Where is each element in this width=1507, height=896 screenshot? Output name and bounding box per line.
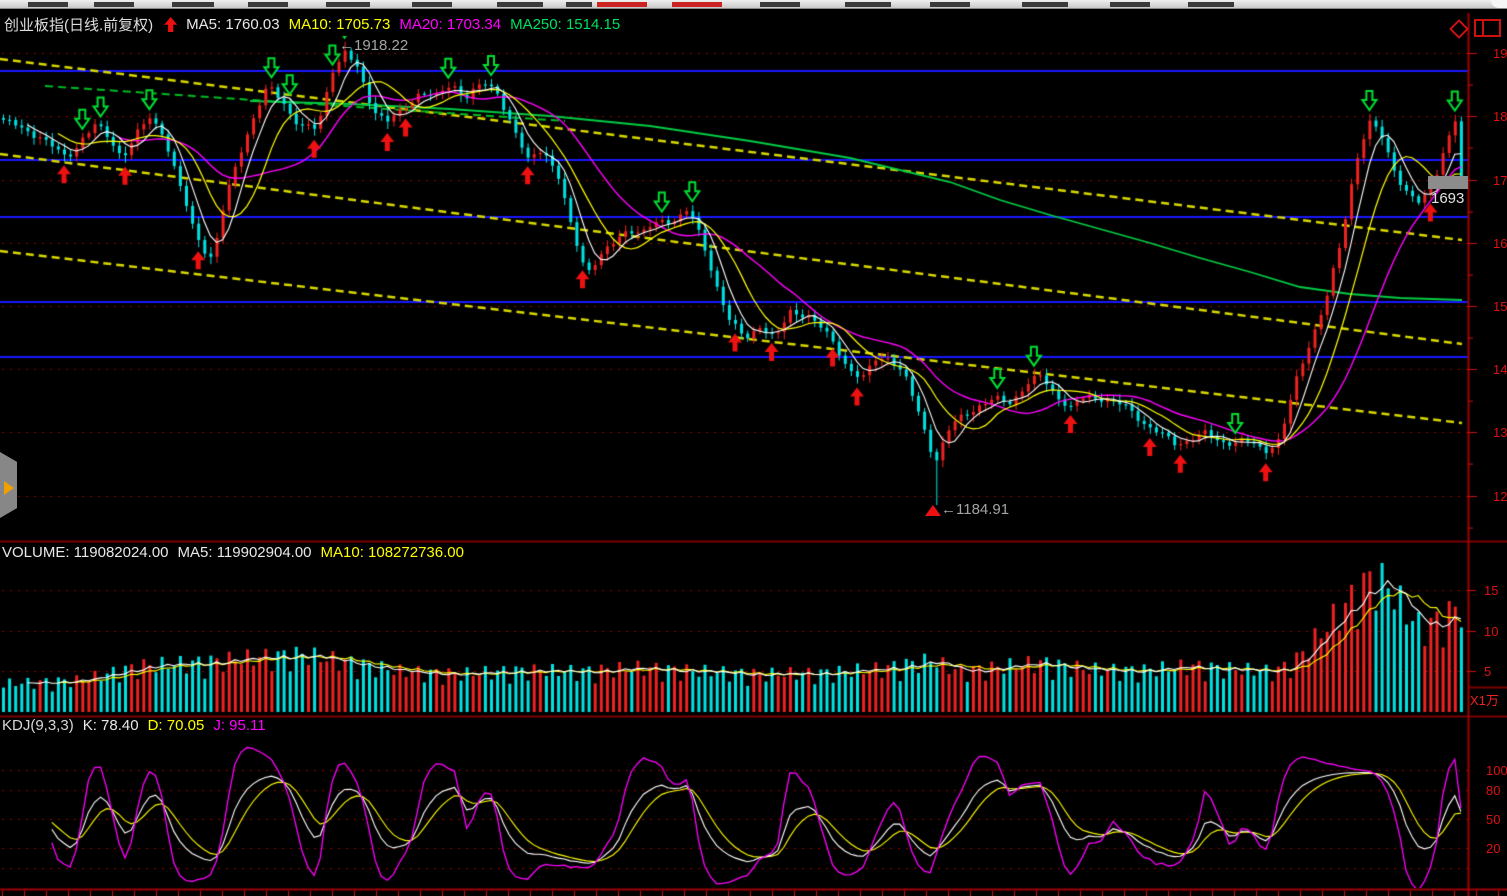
ma-indicator-value: MA20: 1703.34 xyxy=(399,16,501,33)
price-axis-label: 1900 xyxy=(1493,46,1507,61)
chart-canvas[interactable] xyxy=(0,0,1507,896)
menu-item[interactable] xyxy=(760,2,800,7)
menu-item[interactable] xyxy=(1110,2,1150,7)
menu-item[interactable] xyxy=(326,2,370,7)
price-axis-label: 1600 xyxy=(1493,236,1507,251)
kdj-axis-label: 20 xyxy=(1486,841,1500,856)
price-axis-label: 1400 xyxy=(1493,362,1507,377)
price-axis-label: 1300 xyxy=(1493,425,1507,440)
price-axis-label: 1200 xyxy=(1493,489,1507,504)
volume-indicator-value: MA5: 119902904.00 xyxy=(178,544,312,561)
kdj-indicator-value: KDJ(9,3,3) xyxy=(2,717,74,734)
ma-indicator-value: MA250: 1514.15 xyxy=(510,16,620,33)
low-annotation: ←1184.91 xyxy=(941,501,1009,518)
instrument-title: 创业板指(日线.前复权) xyxy=(4,14,153,35)
volume-unit-label: X1万 xyxy=(1470,690,1499,709)
menu-item[interactable] xyxy=(412,2,452,7)
menu-item[interactable] xyxy=(497,2,543,7)
volume-header: VOLUME: 119082024.00 MA5: 119902904.00 MA1… xyxy=(2,544,473,561)
price-axis-label: 1700 xyxy=(1493,173,1507,188)
sidebar-expander-arrow-icon[interactable] xyxy=(4,481,14,495)
kdj-axis-label: 100 xyxy=(1486,763,1507,778)
main-chart-header: 创业板指(日线.前复权) MA5: 1760.03 MA10: 1705.73 MA… xyxy=(4,14,629,35)
trading-app-window: 创业板指(日线.前复权) MA5: 1760.03 MA10: 1705.73 MA… xyxy=(0,0,1507,896)
kdj-indicator-value: K: 78.40 xyxy=(83,717,139,734)
menu-item[interactable] xyxy=(1188,2,1234,7)
menu-item[interactable] xyxy=(597,2,647,7)
kdj-indicator-value: J: 95.11 xyxy=(213,717,265,734)
up-arrow-icon xyxy=(164,17,177,32)
split-window-icon[interactable] xyxy=(1474,19,1501,37)
window-corner xyxy=(1491,0,1507,8)
menu-item[interactable] xyxy=(1022,2,1068,7)
menu-item[interactable] xyxy=(672,2,722,7)
menu-item[interactable] xyxy=(172,2,214,7)
ma-indicator-value: MA5: 1760.03 xyxy=(186,16,279,33)
price-axis-label: 1800 xyxy=(1493,109,1507,124)
volume-axis-label: 15 xyxy=(1484,583,1498,598)
last-price-tag: 1693 xyxy=(1431,190,1464,207)
kdj-axis-label: 50 xyxy=(1486,812,1500,827)
kdj-axis-label: 80 xyxy=(1486,783,1500,798)
menu-item[interactable] xyxy=(248,2,288,7)
last-price-tag-box xyxy=(1428,176,1468,189)
price-axis-label: 1500 xyxy=(1493,299,1507,314)
volume-axis-label: 5 xyxy=(1484,664,1491,679)
menu-item[interactable] xyxy=(94,2,134,7)
volume-indicator-value: MA10: 108272736.00 xyxy=(321,544,464,561)
menu-item[interactable] xyxy=(930,2,970,7)
menu-item[interactable] xyxy=(28,2,68,7)
kdj-indicator-value: D: 70.05 xyxy=(148,717,205,734)
menu-item[interactable] xyxy=(566,2,592,7)
high-annotation: ←1918.22 xyxy=(339,37,408,54)
low-marker-triangle xyxy=(925,505,941,516)
menu-bar xyxy=(0,0,1507,9)
ma-indicator-value: MA10: 1705.73 xyxy=(289,16,391,33)
menu-item[interactable] xyxy=(845,2,891,7)
volume-indicator-value: VOLUME: 119082024.00 xyxy=(2,544,169,561)
volume-axis-label: 10 xyxy=(1484,624,1498,639)
kdj-header: KDJ(9,3,3) K: 78.40 D: 70.05 J: 95.11 xyxy=(2,717,275,734)
